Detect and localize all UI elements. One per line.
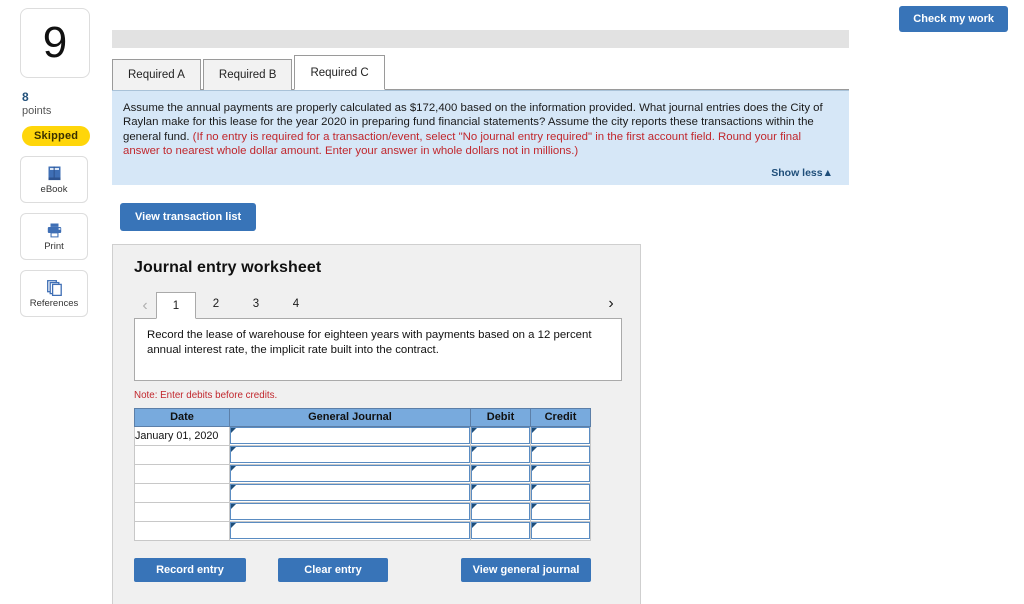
table-row — [134, 482, 591, 503]
debit-cell[interactable] — [470, 463, 531, 484]
general-journal-cell[interactable] — [229, 520, 471, 541]
table-row — [134, 520, 591, 541]
worksheet-action-buttons: Record entry Clear entry View general jo… — [134, 557, 622, 582]
pager-page-4[interactable]: 4 — [276, 291, 316, 318]
clear-entry-button[interactable]: Clear entry — [278, 557, 388, 582]
journal-entry-table: Date General Journal Debit Credit Januar… — [134, 407, 591, 541]
entry-description: Record the lease of warehouse for eighte… — [134, 317, 622, 381]
debit-input[interactable] — [471, 503, 530, 521]
worksheet-pager: ‹ 1 2 3 4 › — [134, 289, 622, 319]
general-journal-cell[interactable] — [229, 501, 471, 522]
debit-cell[interactable] — [470, 520, 531, 541]
date-cell[interactable] — [134, 444, 230, 465]
credit-input[interactable] — [531, 522, 590, 540]
view-transaction-list-button[interactable]: View transaction list — [120, 202, 257, 231]
column-header-debit: Debit — [470, 407, 531, 427]
tab-required-c[interactable]: Required C — [294, 55, 385, 90]
tab-required-b[interactable]: Required B — [202, 59, 293, 90]
table-row — [134, 444, 591, 465]
table-row — [134, 463, 591, 484]
credit-cell[interactable] — [530, 501, 591, 522]
date-cell[interactable] — [134, 501, 230, 522]
debit-cell[interactable] — [470, 425, 531, 446]
status-badge: Skipped — [22, 126, 91, 146]
question-number: 9 — [42, 18, 68, 67]
pager-page-2[interactable]: 2 — [196, 291, 236, 318]
points-block: 8 points Skipped — [20, 90, 92, 146]
debit-input[interactable] — [471, 427, 530, 445]
column-header-general-journal: General Journal — [229, 407, 471, 427]
ebook-button[interactable]: eBook — [20, 156, 88, 203]
general-journal-input[interactable] — [230, 427, 470, 445]
general-journal-input[interactable] — [230, 446, 470, 464]
instruction-panel: Assume the annual payments are properly … — [112, 90, 849, 185]
column-header-credit: Credit — [530, 407, 591, 427]
toolbar-strip — [112, 30, 849, 48]
general-journal-cell[interactable] — [229, 425, 471, 446]
show-less-toggle[interactable]: Show less▲ — [123, 167, 836, 179]
view-general-journal-button[interactable]: View general journal — [461, 557, 591, 582]
credit-input[interactable] — [531, 427, 590, 445]
debits-before-credits-note: Note: Enter debits before credits. — [134, 389, 278, 401]
column-header-date: Date — [134, 407, 230, 427]
pager-page-1[interactable]: 1 — [156, 291, 196, 319]
credit-input[interactable] — [531, 503, 590, 521]
show-less-label: Show less — [771, 166, 823, 179]
chevron-right-icon[interactable]: › — [600, 292, 622, 316]
instruction-text-note: (If no entry is required for a transacti… — [123, 130, 801, 158]
instruction-text: Assume the annual payments are properly … — [123, 101, 836, 159]
debit-input[interactable] — [471, 446, 530, 464]
journal-entry-worksheet-panel: Journal entry worksheet ‹ 1 2 3 4 › Reco… — [112, 243, 641, 604]
worksheet-title: Journal entry worksheet — [134, 258, 322, 276]
check-my-work-button[interactable]: Check my work — [899, 6, 1008, 32]
general-journal-cell[interactable] — [229, 444, 471, 465]
print-label: Print — [44, 240, 64, 252]
question-number-card: 9 — [20, 8, 90, 78]
general-journal-input[interactable] — [230, 503, 470, 521]
general-journal-input[interactable] — [230, 465, 470, 483]
credit-input[interactable] — [531, 446, 590, 464]
question-sidebar: 9 8 points Skipped eBook Print Reference… — [20, 8, 92, 317]
debit-cell[interactable] — [470, 482, 531, 503]
record-entry-button[interactable]: Record entry — [134, 557, 246, 582]
copy-pages-icon — [46, 279, 63, 296]
caret-up-icon: ▲ — [822, 166, 833, 179]
printer-icon — [46, 222, 63, 239]
debit-input[interactable] — [471, 465, 530, 483]
table-header-row: Date General Journal Debit Credit — [134, 407, 591, 427]
date-cell[interactable]: January 01, 2020 — [134, 425, 230, 446]
credit-cell[interactable] — [530, 482, 591, 503]
credit-cell[interactable] — [530, 425, 591, 446]
references-label: References — [29, 297, 79, 309]
table-row — [134, 501, 591, 522]
ebook-label: eBook — [40, 183, 68, 195]
points-label: points — [22, 105, 52, 117]
credit-cell[interactable] — [530, 520, 591, 541]
general-journal-cell[interactable] — [229, 482, 471, 503]
debit-input[interactable] — [471, 484, 530, 502]
general-journal-input[interactable] — [230, 522, 470, 540]
requirement-tabs: Required A Required B Required C — [112, 53, 849, 90]
points-value: 8 — [22, 90, 29, 104]
tab-required-a[interactable]: Required A — [112, 59, 201, 90]
credit-input[interactable] — [531, 465, 590, 483]
references-button[interactable]: References — [20, 270, 88, 317]
print-button[interactable]: Print — [20, 213, 88, 260]
book-icon — [46, 165, 63, 182]
main-content: Required A Required B Required C Assume … — [112, 0, 849, 604]
general-journal-cell[interactable] — [229, 463, 471, 484]
credit-cell[interactable] — [530, 463, 591, 484]
credit-cell[interactable] — [530, 444, 591, 465]
date-cell[interactable] — [134, 482, 230, 503]
credit-input[interactable] — [531, 484, 590, 502]
date-cell[interactable] — [134, 520, 230, 541]
table-row: January 01, 2020 — [134, 425, 591, 446]
pager-page-3[interactable]: 3 — [236, 291, 276, 318]
chevron-left-icon[interactable]: ‹ — [134, 294, 156, 318]
date-cell[interactable] — [134, 463, 230, 484]
debit-cell[interactable] — [470, 444, 531, 465]
debit-input[interactable] — [471, 522, 530, 540]
debit-cell[interactable] — [470, 501, 531, 522]
general-journal-input[interactable] — [230, 484, 470, 502]
